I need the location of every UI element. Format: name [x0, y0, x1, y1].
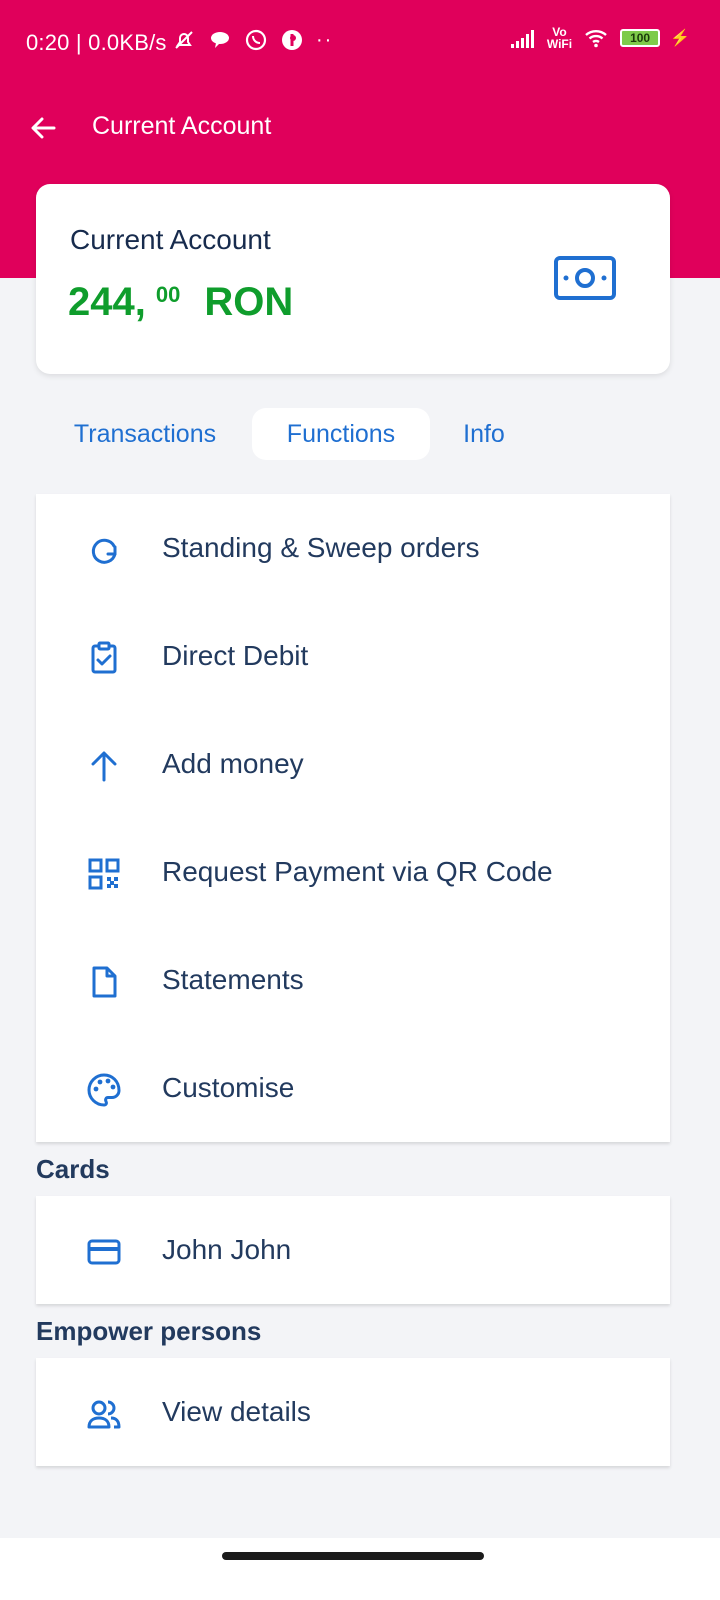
credit-card-icon — [87, 1239, 121, 1265]
empower-item[interactable]: View details — [36, 1358, 670, 1466]
signal-icon — [510, 30, 534, 48]
account-card[interactable]: Current Account 244, 00 RON — [36, 184, 670, 374]
whatsapp-icon — [245, 29, 267, 51]
wifi-icon — [585, 30, 607, 48]
system-icons: Vo WiFi 100 ⚡ — [509, 26, 690, 50]
bell-off-icon — [175, 31, 193, 49]
arrow-left-icon — [31, 117, 56, 139]
menu-item-statements[interactable]: Statements — [36, 926, 670, 1034]
menu-item-label: Standing & Sweep orders — [162, 532, 480, 563]
tab-functions[interactable]: Functions — [252, 408, 430, 460]
menu-item-direct-debit[interactable]: Direct Debit — [36, 602, 670, 710]
charging-icon: ⚡ — [670, 30, 690, 47]
tab-transactions[interactable]: Transactions — [50, 408, 240, 460]
menu-item-standing-orders[interactable]: Standing & Sweep orders — [36, 494, 670, 602]
menu-item-label: Add money — [162, 748, 304, 779]
notification-icons: ·· — [172, 28, 333, 52]
battery-icon: 100 — [620, 29, 661, 47]
system-nav-bar — [0, 1538, 720, 1600]
clock: 0:20 — [26, 30, 70, 55]
balance-decimal: 00 — [155, 282, 181, 307]
cards-section-title: Cards — [36, 1154, 110, 1184]
app-notification-icon — [282, 30, 302, 50]
menu-item-add-money[interactable]: Add money — [36, 710, 670, 818]
menu-item-label: Statements — [162, 964, 304, 995]
battery-level: 100 — [630, 31, 651, 45]
people-icon — [87, 1400, 121, 1429]
vowifi-indicator: Vo WiFi — [547, 26, 572, 50]
refresh-icon — [91, 538, 117, 564]
card-holder-name: John John — [162, 1234, 292, 1265]
arrow-up-icon — [91, 751, 117, 782]
empower-section-title: Empower persons — [36, 1316, 262, 1346]
menu-item-customise[interactable]: Customise — [36, 1034, 670, 1142]
menu-item-label: Direct Debit — [162, 640, 309, 671]
more-notifications: ·· — [316, 28, 334, 51]
balance-currency: RON — [204, 280, 294, 324]
top-app-bar: Current Account — [0, 96, 720, 160]
network-speed: 0.0KB/s — [88, 30, 167, 55]
status-bar: 0:20 | 0.0KB/s ·· Vo WiFi 100 ⚡ — [0, 0, 720, 80]
tab-info[interactable]: Info — [444, 408, 524, 460]
back-button[interactable] — [24, 108, 64, 148]
functions-list: Standing & Sweep orders Direct Debit Add… — [36, 494, 670, 1142]
screen: 0:20 | 0.0KB/s ·· Vo WiFi 100 ⚡ Current … — [0, 0, 720, 1600]
banknote-icon — [554, 256, 616, 300]
qr-code-icon — [88, 858, 120, 890]
palette-icon — [87, 1073, 121, 1107]
menu-item-qr-payment[interactable]: Request Payment via QR Code — [36, 818, 670, 926]
card-item[interactable]: John John — [36, 1196, 670, 1304]
clipboard-check-icon — [91, 641, 117, 674]
menu-item-label: Customise — [162, 1072, 295, 1103]
account-name: Current Account — [70, 224, 271, 255]
home-indicator[interactable] — [222, 1552, 484, 1560]
account-balance: 244, 00 RON — [68, 280, 293, 325]
vowifi-bottom: WiFi — [546, 37, 573, 51]
balance-integer: 244, — [68, 280, 146, 324]
status-time: 0:20 | 0.0KB/s — [26, 30, 167, 55]
view-details-label: View details — [162, 1396, 311, 1427]
menu-item-label: Request Payment via QR Code — [162, 856, 553, 887]
document-icon — [92, 966, 117, 998]
page-title: Current Account — [92, 112, 272, 140]
tab-bar: Transactions Functions Info — [36, 408, 670, 460]
chat-bubble-icon — [211, 32, 229, 48]
